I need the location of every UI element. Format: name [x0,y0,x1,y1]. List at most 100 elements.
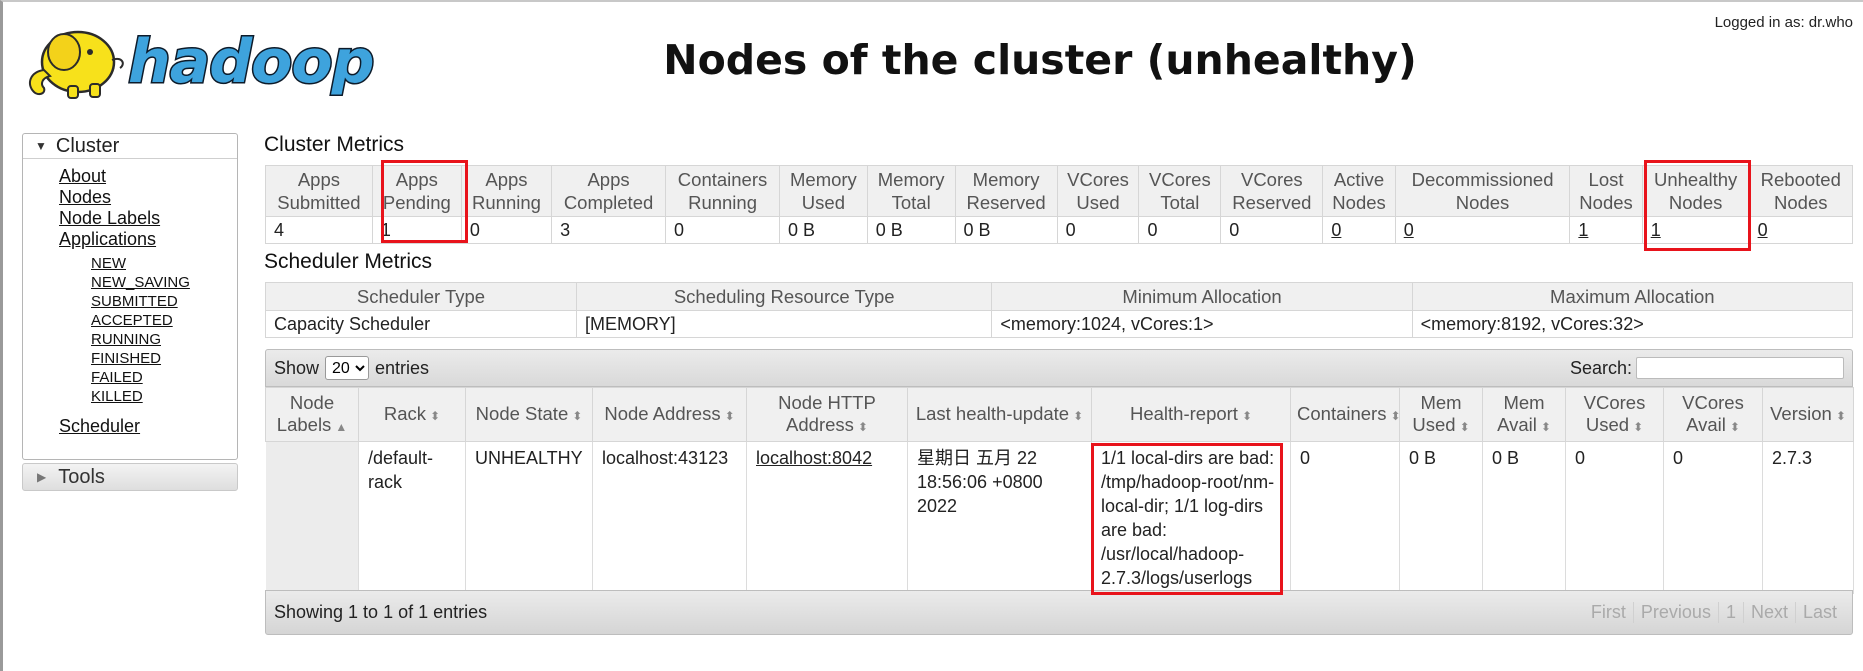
app-state-submitted[interactable]: SUBMITTED [91,292,237,311]
column-header-line: Used [1412,413,1456,435]
sort-both-icon: ⬍ [1729,419,1740,434]
pager-first-button[interactable]: First [1584,602,1633,623]
column-header-line: Mem [1503,391,1545,413]
metric-value-apps-completed: 3 [551,216,667,244]
sort-both-icon: ⬍ [1241,408,1253,423]
metric-header-line: Running [688,192,757,213]
pager-page-1-button[interactable]: 1 [1717,602,1743,623]
metric-value-text[interactable]: 0 [1404,220,1414,240]
metric-header-line: Total [891,192,931,213]
app-state-killed[interactable]: KILLED [91,387,237,406]
app-state-new[interactable]: NEW [91,254,237,273]
scheduler-header-scheduling-resource-type: Scheduling Resource Type [575,282,993,311]
metric-header-line: Memory [972,169,1040,190]
metric-header-line: Memory [790,169,857,190]
column-header-line: Node State [475,402,569,424]
hadoop-logo[interactable]: hadoop [24,12,402,104]
metric-header-containers-running: Containers Running [665,165,781,217]
sort-both-icon: ⬍ [857,419,868,434]
scheduler-metrics-title: Scheduler Metrics [264,250,433,273]
sidebar-cluster-panel: ▼ Cluster About Nodes Node Labels Applic… [22,133,238,460]
metric-header-lost-nodes: Lost Nodes [1569,165,1643,217]
show-label: Show [274,357,320,378]
metric-value-text[interactable]: 0 [1758,220,1768,240]
cell-node-labels [265,441,359,594]
app-state-failed[interactable]: FAILED [91,368,237,387]
column-header-line: Node Address [604,402,721,424]
column-header-health-report[interactable]: Health-report ⬍ [1091,387,1291,442]
column-header-line: Avail [1686,413,1726,435]
column-header-node-http-address[interactable]: Node HTTP Address ⬍ [746,387,908,442]
metric-value-apps-submitted: 4 [265,216,373,244]
column-header-line: Health-report [1129,402,1238,424]
search-label: Search: [1569,357,1632,378]
metric-value-text: 3 [560,220,571,240]
metric-header-apps-completed: Apps Completed [551,165,667,217]
metric-value-text: 4 [274,220,285,240]
sidebar-cluster-header[interactable]: ▼ Cluster [23,134,237,159]
column-header-line: Address [786,413,854,435]
metric-value-rebooted-nodes: 0 [1748,216,1854,244]
metric-header-line: Containers [677,169,768,190]
column-header-line: Rack [383,402,427,424]
sidebar-link-node-labels[interactable]: Node Labels [59,208,237,229]
cell-mem-avail: 0 B [1482,441,1566,594]
sidebar-tools-label: Tools [58,465,105,488]
column-header-vcores-avail[interactable]: VCores Avail ⬍ [1663,387,1763,442]
metric-value-text[interactable]: 1 [1578,220,1588,240]
metric-header-line: VCores [1067,169,1129,190]
nodes-table: Node Labels ▲ Rack ⬍ Node State ⬍ Node Address ⬍… [265,387,1854,594]
app-state-accepted[interactable]: ACCEPTED [91,311,237,330]
sidebar-tools-header[interactable]: ▶ Tools [22,463,238,491]
metric-header-memory-reserved: Memory Reserved [954,165,1058,217]
app-state-finished[interactable]: FINISHED [91,349,237,368]
metric-value-lost-nodes: 1 [1569,216,1643,244]
column-header-mem-used[interactable]: Mem Used ⬍ [1399,387,1483,442]
column-header-vcores-used[interactable]: VCores Used ⬍ [1565,387,1664,442]
search-input[interactable] [1636,357,1844,379]
sort-both-icon: ⬍ [1633,419,1644,434]
sidebar-link-about[interactable]: About [59,166,237,187]
cell-vcores-avail: 0 [1663,441,1763,594]
metric-header-line: Nodes [1579,192,1633,213]
column-header-last-health-update[interactable]: Last health-update ⬍ [907,387,1092,442]
metric-header-line: Total [1160,192,1200,213]
metric-header-active-nodes: Active Nodes [1322,165,1396,217]
metric-value-text[interactable]: 1 [1651,220,1661,240]
column-header-node-state[interactable]: Node State ⬍ [465,387,593,442]
pager-last-button[interactable]: Last [1794,602,1844,623]
node-http-address-link[interactable]: localhost:8042 [756,448,872,468]
cell-vcores-used: 0 [1565,441,1664,594]
metric-header-line: Apps [395,169,438,190]
pager-next-button[interactable]: Next [1742,602,1795,623]
metric-value-unhealthy-nodes: 1 [1641,216,1750,244]
sidebar-link-nodes[interactable]: Nodes [59,187,237,208]
scheduler-value-maximum-allocation: <memory:8192, vCores:32> [1411,310,1854,338]
cell-version: 2.7.3 [1762,441,1854,594]
metric-header-line: Completed [563,192,654,213]
column-header-node-address[interactable]: Node Address ⬍ [592,387,747,442]
cell-last-health-update: 星期日 五月 22 18:56:06 +0800 2022 [907,441,1092,594]
column-header-line: Labels [276,413,332,435]
column-header-node-labels[interactable]: Node Labels ▲ [265,387,359,442]
app-state-running[interactable]: RUNNING [91,330,237,349]
column-header-version[interactable]: Version ⬍ [1762,387,1854,442]
metric-value-text[interactable]: 0 [1331,220,1341,240]
page-title: Nodes of the cluster (unhealthy) [663,36,1417,84]
column-header-mem-avail[interactable]: Mem Avail ⬍ [1482,387,1566,442]
cell-node-address: localhost:43123 [592,441,747,594]
sidebar-link-scheduler[interactable]: Scheduler [59,416,237,437]
metric-header-line: Reserved [966,192,1046,213]
column-header-rack[interactable]: Rack ⬍ [358,387,466,442]
pager-previous-button[interactable]: Previous [1632,602,1718,623]
sort-both-icon: ⬍ [1835,408,1846,423]
metric-value-apps-running: 0 [460,216,553,244]
column-header-containers[interactable]: Containers ⬍ [1290,387,1401,442]
column-header-line: Mem [1420,391,1462,413]
page-size-select[interactable]: 20 [325,356,370,380]
metric-value-text: 0 [1065,220,1076,240]
metric-header-line: Apps [485,169,528,190]
app-state-new-saving[interactable]: NEW_SAVING [91,273,237,292]
column-header-line: Containers [1297,402,1387,424]
sidebar-link-applications[interactable]: Applications [59,229,237,250]
